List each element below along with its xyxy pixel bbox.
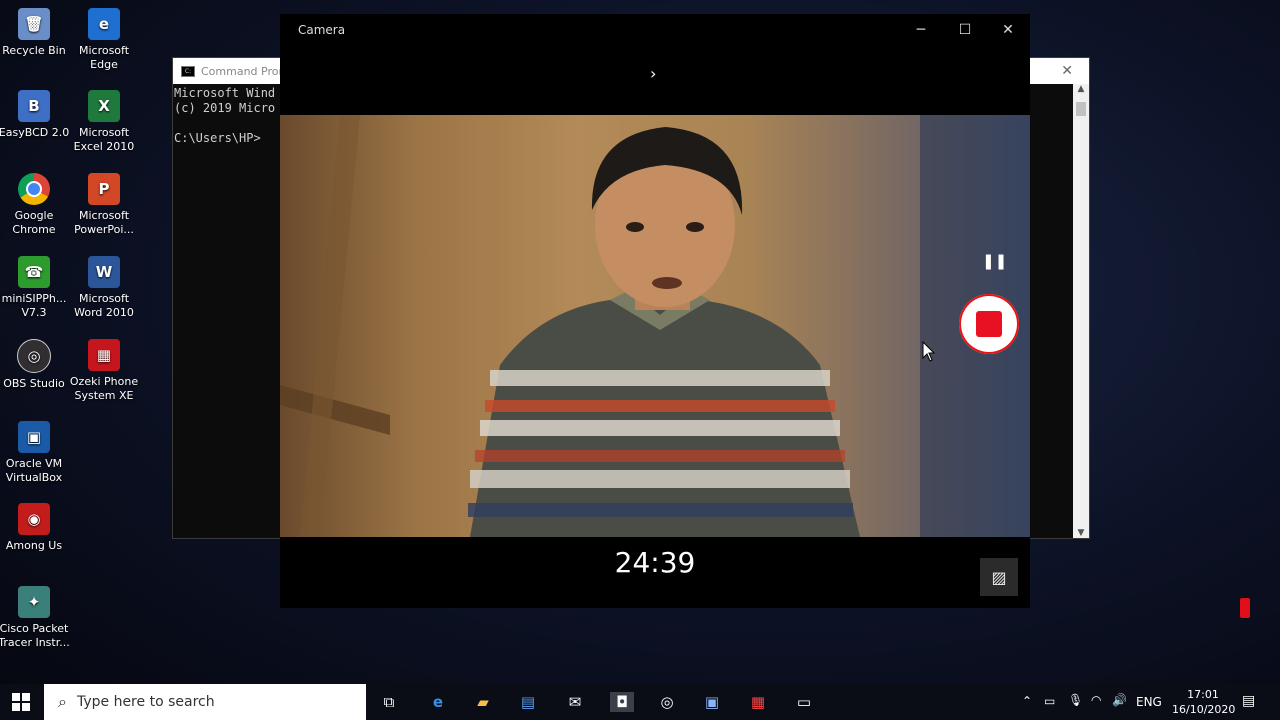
taskbar-clock[interactable]: 17:01 16/10/2020 (1172, 687, 1236, 717)
cisco-icon: ✦ (18, 586, 50, 618)
desktop-icon-edge[interactable]: e Microsoft Edge (68, 8, 140, 72)
close-button[interactable]: ✕ (994, 20, 1022, 40)
cmd-title: Command Prom (201, 64, 290, 78)
camera-taskbar-icon[interactable]: ◘ (610, 692, 634, 712)
desktop-icon-virtualbox[interactable]: ▣ Oracle VM VirtualBox (0, 421, 70, 485)
camera-title: Camera (298, 23, 346, 37)
task-view-icon[interactable]: ⧉ (378, 692, 400, 712)
clock-time: 17:01 (1187, 688, 1219, 701)
notification-center-icon[interactable]: ▤ (1242, 693, 1255, 709)
desktop-icon-powerpoint[interactable]: P Microsoft PowerPoi... (68, 173, 140, 237)
desktop-icon-label: Word 2010 (74, 306, 134, 319)
desktop-icon-excel[interactable]: X Microsoft Excel 2010 (68, 90, 140, 154)
powerpoint-icon: P (88, 173, 120, 205)
virtualbox-taskbar-icon[interactable]: ▣ (701, 692, 723, 712)
desktop-icon-label: EasyBCD 2.0 (0, 126, 70, 139)
desktop-icon-label: Recycle Bin (2, 44, 66, 57)
maximize-button[interactable]: ☐ (951, 20, 979, 40)
desktop-icon-label: Microsoft (78, 126, 130, 139)
desktop-icon-label: VirtualBox (5, 471, 63, 484)
desktop-icon-label: Ozeki Phone (69, 375, 139, 388)
desktop-icon-label: Chrome (12, 223, 56, 236)
excel-icon: X (88, 90, 120, 122)
desktop-icon-label: Edge (90, 58, 118, 71)
obs-taskbar-icon[interactable]: ◎ (656, 692, 678, 712)
scroll-thumb[interactable] (1076, 102, 1086, 116)
desktop-icon-label: Excel 2010 (73, 140, 135, 153)
recycle-bin-icon: 🗑 (18, 8, 50, 40)
desktop-icon-recycle-bin[interactable]: 🗑 Recycle Bin (0, 8, 70, 58)
taskbar: ⌕ Type here to search ⧉ e ▰ ▤ ✉ ◘ ◎ ▣ ▦ … (0, 684, 1280, 720)
cmd-close-button[interactable]: ✕ (1061, 63, 1073, 79)
microphone-icon[interactable]: 🎙 (1068, 693, 1083, 707)
wifi-icon[interactable]: ◠ (1091, 693, 1101, 707)
obs-icon: ◎ (17, 339, 51, 373)
desktop-icon-label: Microsoft (78, 44, 130, 57)
desktop-icon-label: System XE (74, 389, 134, 402)
clock-date: 16/10/2020 (1172, 703, 1236, 716)
stop-recording-button[interactable] (959, 294, 1019, 354)
scroll-up-icon[interactable]: ▲ (1073, 84, 1089, 94)
ozeki-taskbar-icon[interactable]: ▦ (747, 692, 769, 712)
scroll-down-icon[interactable]: ▼ (1073, 528, 1089, 538)
desktop-icon-easybcd[interactable]: B EasyBCD 2.0 (0, 90, 70, 140)
desktop-icon-label: V7.3 (21, 306, 47, 319)
camera-feed-image (280, 115, 1030, 537)
store-icon[interactable]: ▤ (517, 692, 539, 712)
file-explorer-icon[interactable]: ▰ (472, 692, 494, 712)
show-hidden-icons[interactable]: ⌃ (1022, 694, 1032, 708)
image-icon: ▨ (991, 567, 1007, 587)
desktop-icon-obs-studio[interactable]: ◎ OBS Studio (0, 339, 70, 391)
desktop-icon-ozeki[interactable]: ▦ Ozeki Phone System XE (68, 339, 140, 403)
edge-taskbar-icon[interactable]: e (427, 692, 449, 712)
desktop-icon-chrome[interactable]: Google Chrome (0, 173, 70, 237)
search-icon: ⌕ (58, 692, 67, 711)
camera-window[interactable]: Camera ─ ☐ ✕ › ❚❚ 24:39 ▨ (280, 14, 1030, 608)
phone-icon: ☎ (18, 256, 50, 288)
mail-icon[interactable]: ✉ (564, 692, 586, 712)
virtualbox-icon: ▣ (18, 421, 50, 453)
desktop-icon-label: Oracle VM (5, 457, 63, 470)
desktop-icon-label: Microsoft (78, 209, 130, 222)
desktop-icon-label: Tracer Instr... (0, 636, 70, 649)
desktop-icon-label: Among Us (5, 539, 63, 552)
recording-timer: 24:39 (614, 546, 696, 579)
cmd-taskbar-icon[interactable]: ▭ (793, 692, 815, 712)
search-placeholder: Type here to search (76, 694, 215, 710)
desktop-icon-cisco-packet-tracer[interactable]: ✦ Cisco Packet Tracer Instr... (0, 586, 70, 650)
volume-icon[interactable]: 🔊 (1112, 693, 1127, 707)
language-indicator[interactable]: ENG (1136, 695, 1162, 709)
mouse-cursor-icon (922, 341, 936, 362)
desktop-icon-label: PowerPoi... (74, 223, 134, 236)
cmd-scrollbar[interactable]: ▲ ▼ (1073, 84, 1089, 538)
desktop-icon-label: Google (14, 209, 54, 222)
desktop-icon-among-us[interactable]: ◉ Among Us (0, 503, 70, 553)
pause-recording-button[interactable]: ❚❚ (982, 252, 1007, 276)
word-icon: W (88, 256, 120, 288)
chevron-right-icon[interactable]: › (650, 64, 656, 83)
stop-icon (976, 311, 1002, 337)
among-us-icon: ◉ (18, 503, 50, 535)
taskbar-search-box[interactable]: ⌕ Type here to search (44, 684, 366, 720)
desktop-icon-label: OBS Studio (3, 377, 65, 390)
cmd-icon: C: (181, 65, 195, 77)
desktop-icon-label: miniSIPPh... (1, 292, 67, 305)
edge-icon: e (88, 8, 120, 40)
windows-start-icon[interactable] (12, 693, 30, 711)
desktop-icon-minisipphone[interactable]: ☎ miniSIPPh... V7.3 (0, 256, 70, 320)
gallery-button[interactable]: ▨ (980, 558, 1018, 596)
minimize-button[interactable]: ─ (907, 20, 935, 40)
camera-preview (280, 115, 1030, 537)
easybcd-icon: B (18, 90, 50, 122)
red-light-indicator (1240, 598, 1250, 618)
desktop-icon-label: Microsoft (78, 292, 130, 305)
chrome-icon (18, 173, 50, 205)
desktop-icon-word[interactable]: W Microsoft Word 2010 (68, 256, 140, 320)
battery-icon[interactable]: ▭ (1044, 694, 1055, 708)
desktop-icon-label: Cisco Packet (0, 622, 69, 635)
ozeki-icon: ▦ (88, 339, 120, 371)
